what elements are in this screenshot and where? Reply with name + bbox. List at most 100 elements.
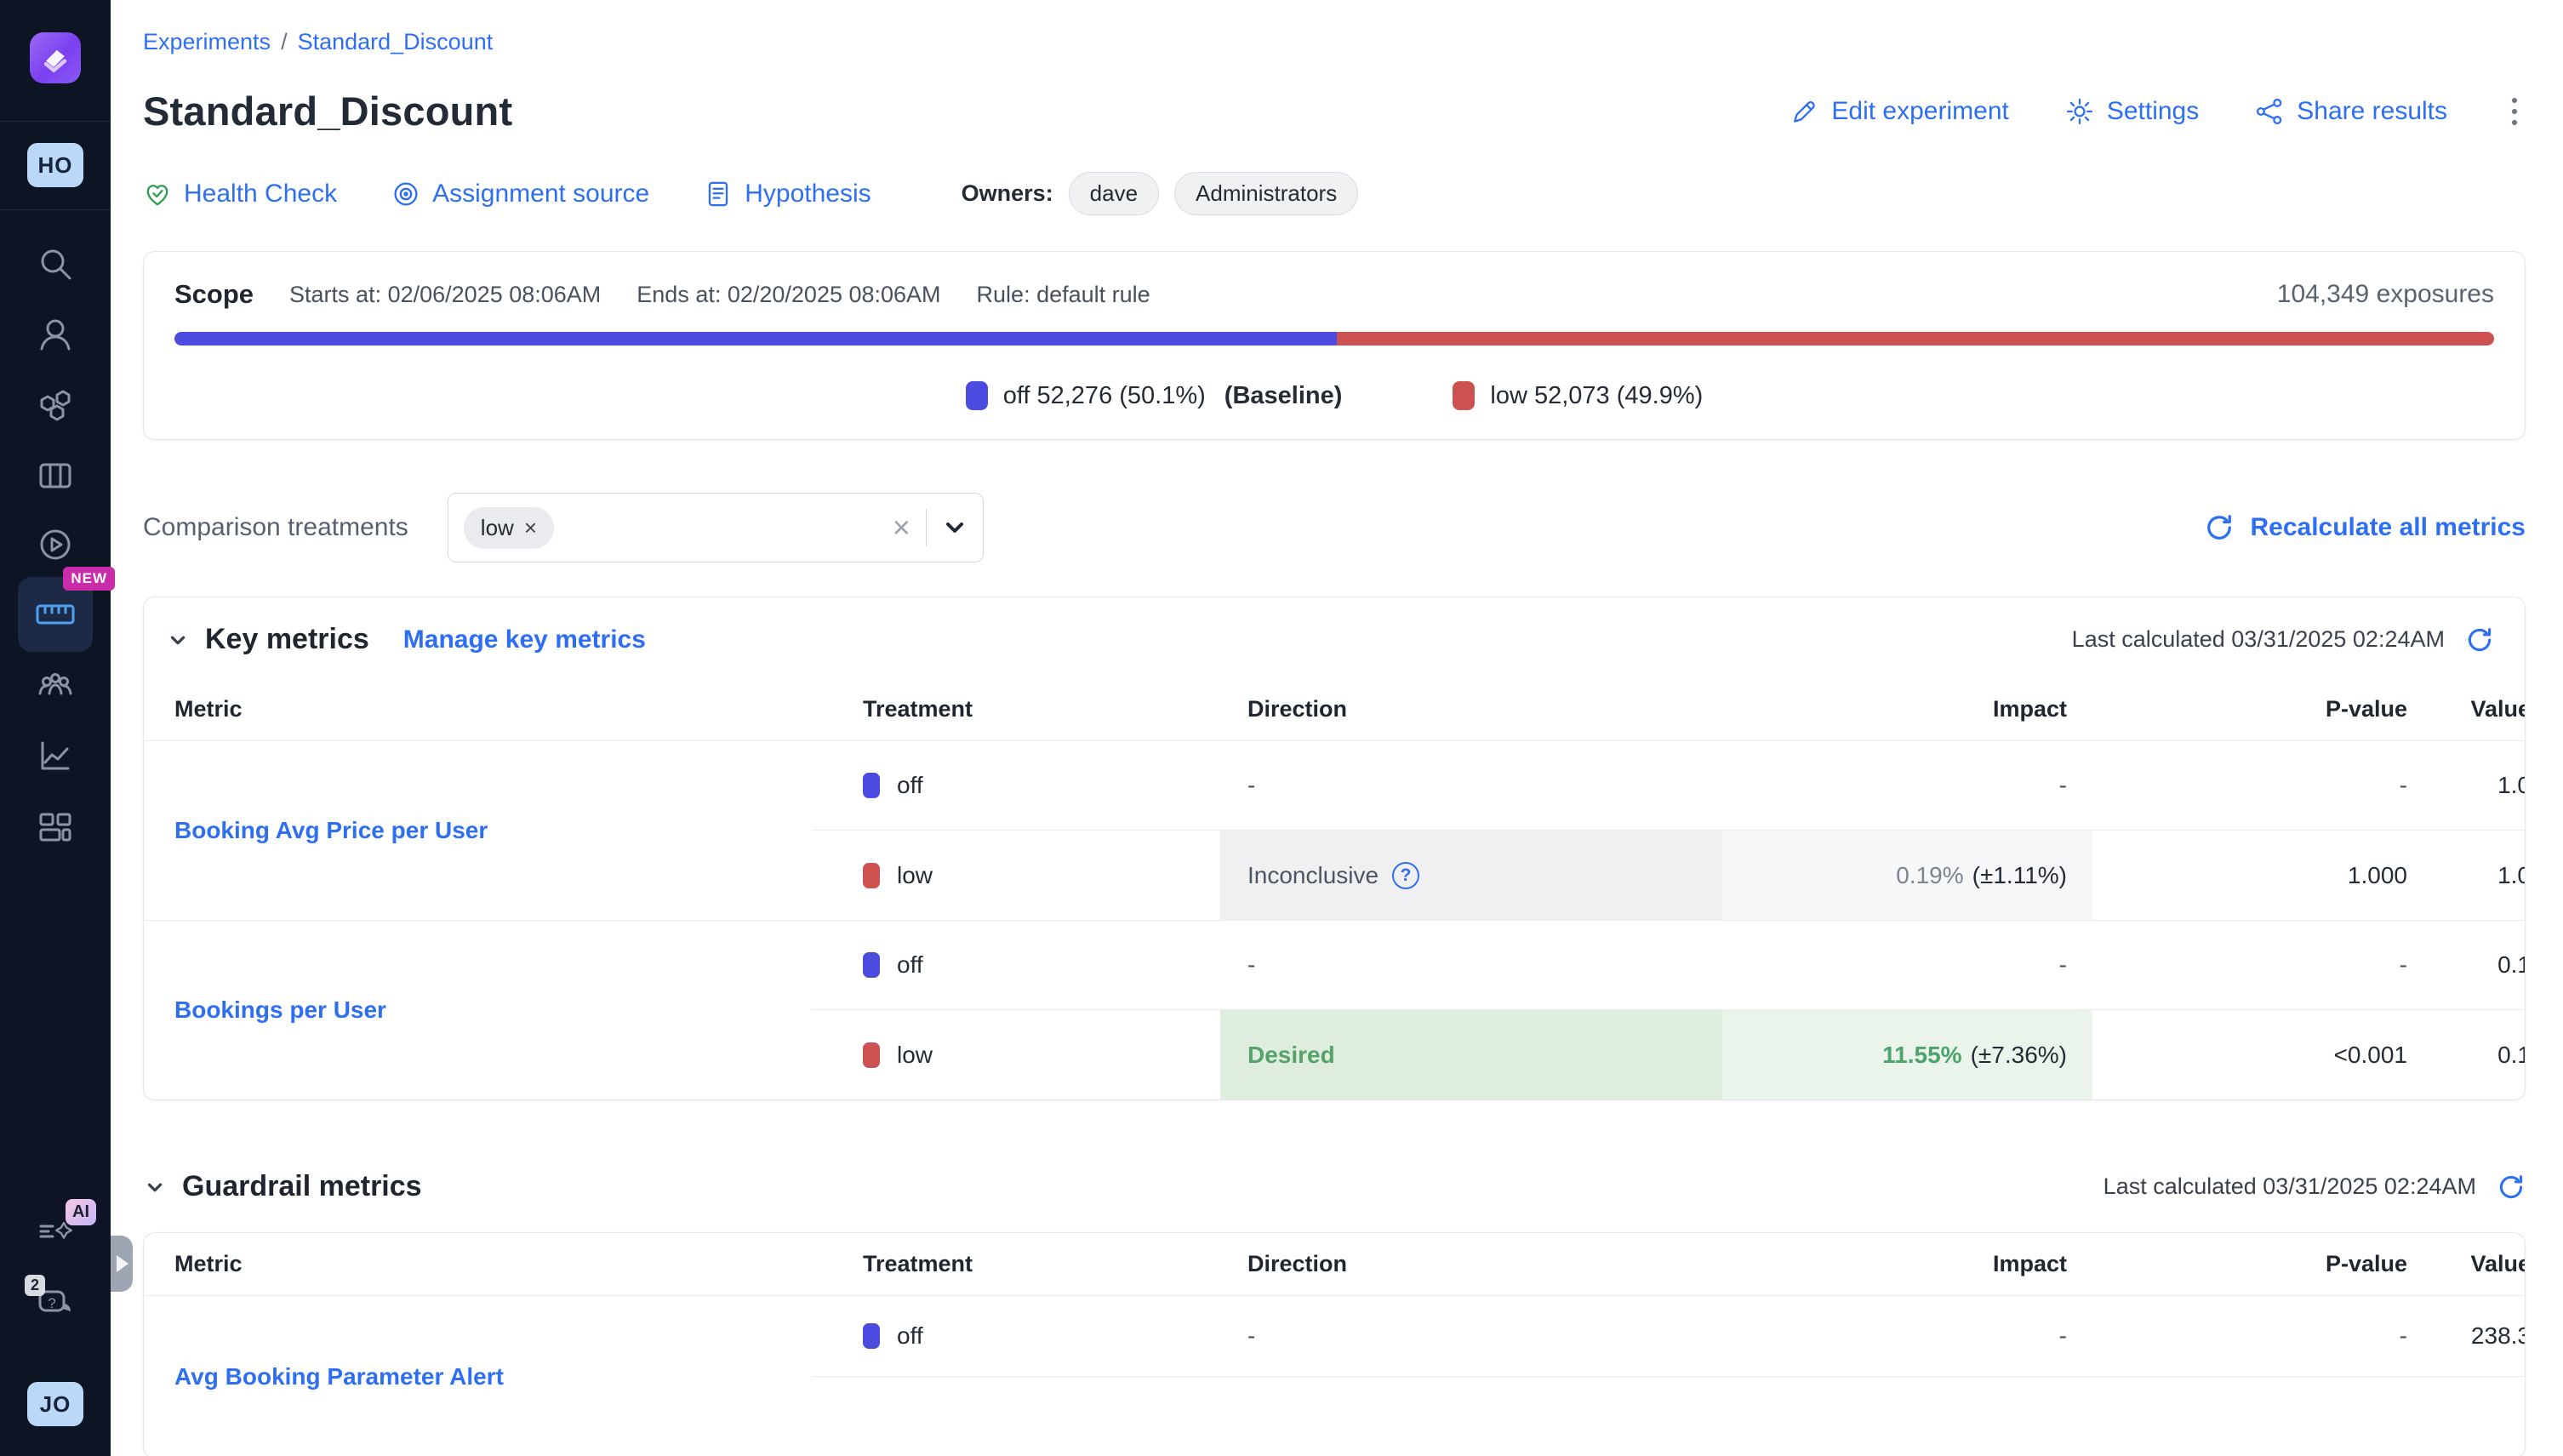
treatment-swatch-off <box>863 952 880 978</box>
bullseye-icon <box>391 180 420 208</box>
more-options-button[interactable] <box>2503 93 2526 130</box>
legend-item-off: off 52,276 (50.1%) (Baseline) <box>966 381 1343 410</box>
allocation-bar-low <box>1337 332 2494 345</box>
treatment-select[interactable]: low × × <box>448 493 984 562</box>
notification-badge: 2 <box>25 1275 45 1296</box>
treatment-swatch-low <box>863 1042 880 1068</box>
last-calculated-text: Last calculated 03/31/2025 02:24AM <box>2072 626 2445 653</box>
metric-link[interactable]: Avg Booking Parameter Alert <box>174 1363 504 1390</box>
heart-check-icon <box>143 180 172 208</box>
refresh-icon[interactable] <box>2497 1173 2526 1202</box>
help-icon[interactable]: ? <box>1392 862 1419 889</box>
hexagons-icon <box>37 386 74 424</box>
settings-button[interactable]: Settings <box>2065 97 2199 126</box>
user-icon <box>37 316 74 353</box>
guardrail-metrics-card: Metric Treatment Direction Impact P-valu… <box>143 1232 2526 1456</box>
refresh-icon[interactable] <box>2465 625 2494 654</box>
assignment-source-link[interactable]: Assignment source <box>391 180 649 208</box>
experiment-meta-row: Health Check Assignment source Hypothesi… <box>143 172 2526 215</box>
share-icon <box>2255 97 2284 126</box>
selected-treatment-chip: low × <box>464 507 554 549</box>
sidebar-item-search[interactable] <box>0 245 111 283</box>
sidebar-item-pulse[interactable] <box>0 526 111 563</box>
main-content: Experiments / Standard_Discount Standard… <box>111 0 2563 1456</box>
sidebar-item-support-chat[interactable]: ? 2 <box>0 1287 111 1324</box>
legend-item-low: low 52,073 (49.9%) <box>1453 381 1703 410</box>
people-group-icon <box>37 667 74 705</box>
workspace-badge: HO <box>27 143 83 187</box>
recalculate-all-metrics-button[interactable]: Recalculate all metrics <box>2204 512 2526 543</box>
hypothesis-link[interactable]: Hypothesis <box>704 180 871 208</box>
metrics-table-header: Metric Treatment Direction Impact P-valu… <box>144 1233 2525 1296</box>
line-chart-icon <box>37 737 74 774</box>
collapse-section-icon[interactable] <box>143 1175 167 1199</box>
user-badge: JO <box>27 1382 83 1426</box>
select-divider <box>926 509 927 546</box>
key-metrics-card: Key metrics Manage key metrics Last calc… <box>143 597 2526 1100</box>
pencil-icon <box>1790 97 1818 126</box>
health-check-link[interactable]: Health Check <box>143 180 337 208</box>
owner-pill-administrators[interactable]: Administrators <box>1174 172 1358 215</box>
treatment-swatch-low <box>863 863 880 888</box>
metric-row-group: Bookings per User off - - - 0.1 low Desi… <box>144 920 2525 1099</box>
owners-label: Owners: <box>962 180 1053 207</box>
manage-key-metrics-link[interactable]: Manage key metrics <box>403 625 646 654</box>
share-results-button[interactable]: Share results <box>2255 97 2447 126</box>
allocation-bar-off <box>174 332 1337 345</box>
user-avatar[interactable]: JO <box>0 1382 111 1426</box>
workspace-switcher[interactable]: HO <box>0 143 111 187</box>
scope-ends: Ends at: 02/20/2025 08:06AM <box>636 282 940 308</box>
scope-starts: Starts at: 02/06/2025 08:06AM <box>289 282 601 308</box>
statsig-logo[interactable] <box>0 32 111 83</box>
chip-remove-icon[interactable]: × <box>524 515 537 541</box>
ai-badge: AI <box>66 1199 96 1225</box>
ruler-icon <box>33 592 77 637</box>
svg-text:?: ? <box>48 1295 55 1311</box>
metrics-table-header: Metric Treatment Direction Impact P-valu… <box>144 678 2525 741</box>
columns-icon <box>37 457 74 494</box>
dashboard-icon <box>37 808 74 846</box>
edit-experiment-button[interactable]: Edit experiment <box>1790 97 2008 126</box>
guardrail-metrics-title: Guardrail metrics <box>182 1170 422 1203</box>
exposures-count: 104,349 exposures <box>2277 280 2494 309</box>
baseline-label: (Baseline) <box>1224 382 1343 410</box>
allocation-legend: off 52,276 (50.1%) (Baseline) low 52,073… <box>174 381 2494 410</box>
sidebar-item-audiences[interactable] <box>0 667 111 705</box>
statsig-logo-icon <box>30 32 81 83</box>
sidebar-item-experiments[interactable] <box>0 457 111 494</box>
page-title: Standard_Discount <box>143 88 512 134</box>
metric-link[interactable]: Bookings per User <box>174 996 386 1024</box>
document-icon <box>704 180 733 208</box>
sidebar-item-metrics-active[interactable]: NEW <box>0 577 111 652</box>
sidebar-item-insights[interactable] <box>0 737 111 774</box>
sidebar-item-feature-gates[interactable] <box>0 386 111 424</box>
treatment-swatch-off <box>863 1323 880 1349</box>
page-header: Standard_Discount Edit experiment Settin… <box>143 88 2526 134</box>
sidebar-divider <box>0 209 111 210</box>
refresh-icon <box>2204 512 2235 543</box>
sidebar-item-users[interactable] <box>0 316 111 353</box>
search-icon <box>37 245 74 283</box>
metric-row-group: Avg Booking Parameter Alert off - - - 23… <box>144 1296 2525 1456</box>
chevron-down-icon[interactable] <box>942 515 968 540</box>
chevron-right-icon <box>117 1255 128 1272</box>
scope-card: Scope Starts at: 02/06/2025 08:06AM Ends… <box>143 251 2526 440</box>
guardrail-metrics-header: Guardrail metrics Last calculated 03/31/… <box>143 1170 2526 1203</box>
breadcrumb: Experiments / Standard_Discount <box>143 0 2526 55</box>
select-clear-icon[interactable]: × <box>893 512 910 543</box>
allocation-bar <box>174 332 2494 345</box>
sidebar-item-ai-assistant[interactable]: AI <box>0 1213 111 1250</box>
metric-link[interactable]: Booking Avg Price per User <box>174 817 488 844</box>
breadcrumb-experiments[interactable]: Experiments <box>143 29 271 55</box>
metric-row-group: Booking Avg Price per User off - - - 1.0… <box>144 741 2525 920</box>
collapse-section-icon[interactable] <box>166 628 190 652</box>
comparison-treatments-label: Comparison treatments <box>143 513 408 542</box>
breadcrumb-current[interactable]: Standard_Discount <box>298 29 494 55</box>
sidebar-divider <box>0 121 111 122</box>
scope-rule: Rule: default rule <box>977 282 1150 308</box>
comparison-row: Comparison treatments low × × Recalculat… <box>143 493 2526 562</box>
sidebar-item-dashboards[interactable] <box>0 808 111 846</box>
owner-pill-dave[interactable]: dave <box>1069 172 1159 215</box>
scope-title: Scope <box>174 279 254 310</box>
sidebar-collapse-handle[interactable] <box>111 1236 133 1292</box>
